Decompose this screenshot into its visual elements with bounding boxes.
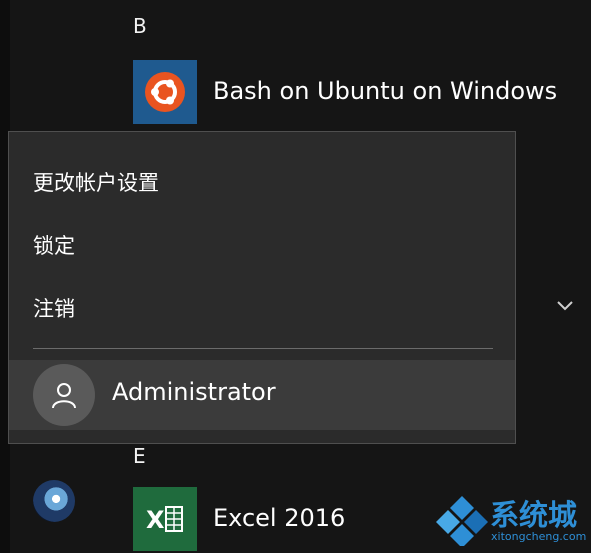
watermark: 系统城 xitongcheng.com bbox=[436, 492, 586, 548]
app-name-excel[interactable]: Excel 2016 bbox=[213, 504, 345, 532]
chevron-down-icon[interactable] bbox=[555, 295, 575, 315]
globe-icon[interactable] bbox=[33, 480, 75, 522]
group-letter-e[interactable]: E bbox=[133, 444, 146, 468]
menu-item-label: 注销 bbox=[33, 297, 75, 321]
menu-item-lock[interactable]: 锁定 bbox=[9, 219, 515, 271]
user-account-row[interactable]: Administrator bbox=[9, 360, 515, 430]
menu-item-label: 更改帐户设置 bbox=[33, 171, 159, 195]
menu-item-sign-out[interactable]: 注销 bbox=[9, 282, 515, 334]
excel-icon[interactable]: X bbox=[133, 487, 197, 551]
group-letter-b[interactable]: B bbox=[133, 14, 147, 38]
app-name-bash[interactable]: Bash on Ubuntu on Windows bbox=[213, 77, 557, 105]
menu-item-label: 锁定 bbox=[33, 234, 75, 258]
ubuntu-logo-icon[interactable] bbox=[133, 60, 197, 124]
diamond-logo-icon bbox=[436, 496, 488, 546]
menu-item-change-account-settings[interactable]: 更改帐户设置 bbox=[9, 156, 515, 208]
menu-separator bbox=[33, 348, 493, 349]
excel-icon-letter: X bbox=[146, 506, 165, 534]
watermark-domain: xitongcheng.com bbox=[491, 530, 587, 543]
account-context-menu: 更改帐户设置 锁定 注销 Administrator bbox=[8, 131, 516, 444]
user-name: Administrator bbox=[112, 378, 276, 406]
watermark-name: 系统城 bbox=[490, 498, 578, 532]
user-avatar-icon bbox=[33, 364, 95, 426]
